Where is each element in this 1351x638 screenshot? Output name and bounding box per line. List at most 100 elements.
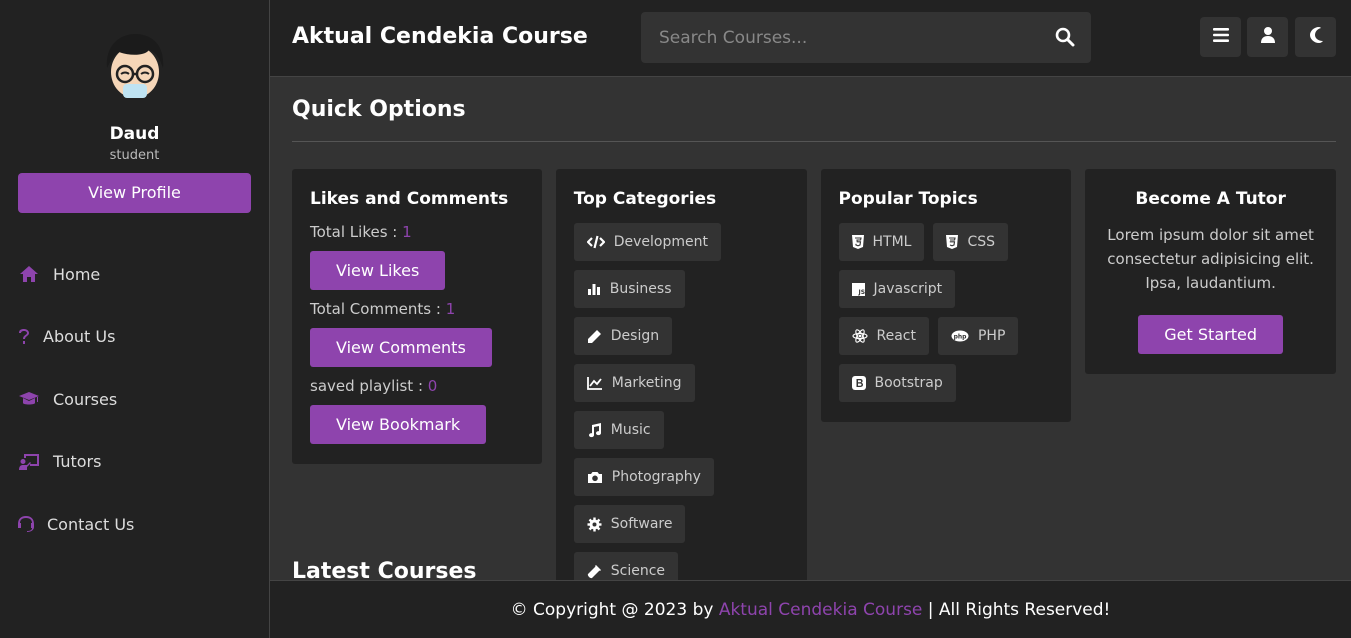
tag-label: Development bbox=[613, 234, 708, 250]
stat-label: saved playlist : bbox=[310, 377, 424, 395]
music-icon bbox=[587, 422, 602, 438]
sidebar-item-about[interactable]: About Us bbox=[0, 306, 269, 369]
stat-value: 1 bbox=[402, 223, 412, 241]
latest-courses-title: Latest Courses bbox=[292, 559, 477, 580]
category-software[interactable]: Software bbox=[573, 505, 686, 543]
user-button[interactable] bbox=[1247, 17, 1288, 57]
copyright-prefix: © Copyright @ 2023 by bbox=[510, 600, 714, 620]
svg-text:php: php bbox=[954, 334, 968, 341]
tag-label: Science bbox=[610, 563, 666, 579]
php-icon: php bbox=[951, 330, 969, 342]
category-tags: Development Business Design Marketing Mu… bbox=[573, 223, 789, 580]
tag-label: Design bbox=[610, 328, 660, 344]
topic-javascript[interactable]: JS Javascript bbox=[838, 270, 956, 308]
topic-html[interactable]: HTML bbox=[838, 223, 925, 261]
tag-label: React bbox=[876, 328, 916, 344]
sidebar-item-label: Courses bbox=[53, 389, 118, 409]
camera-icon bbox=[587, 470, 603, 484]
quick-options-cards: Likes and Comments Total Likes : 1 View … bbox=[292, 169, 1336, 580]
category-development[interactable]: Development bbox=[573, 223, 721, 261]
category-photography[interactable]: Photography bbox=[573, 458, 714, 496]
chart-bar-icon bbox=[587, 282, 601, 296]
headset-icon bbox=[17, 514, 35, 534]
bootstrap-icon bbox=[851, 376, 866, 390]
category-design[interactable]: Design bbox=[573, 317, 673, 355]
quick-options-title: Quick Options bbox=[292, 97, 466, 122]
card-title: Become A Tutor bbox=[1135, 189, 1286, 209]
profile-section: Daud student View Profile bbox=[0, 0, 269, 213]
search-icon[interactable] bbox=[1055, 27, 1075, 51]
section-divider bbox=[292, 141, 1336, 142]
tag-label: PHP bbox=[977, 328, 1006, 344]
menu-button[interactable] bbox=[1200, 17, 1241, 57]
chart-line-icon bbox=[586, 376, 603, 390]
graduation-cap-icon bbox=[17, 389, 41, 409]
tag-label: Marketing bbox=[611, 375, 682, 391]
tag-label: Photography bbox=[611, 469, 701, 485]
view-comments-button[interactable]: View Comments bbox=[310, 328, 492, 367]
card-title: Likes and Comments bbox=[310, 189, 509, 209]
category-marketing[interactable]: Marketing bbox=[573, 364, 695, 402]
stat-label: Total Comments : bbox=[310, 300, 441, 318]
search-input[interactable] bbox=[641, 12, 1021, 63]
html5-icon bbox=[851, 235, 864, 249]
card-title: Top Categories bbox=[573, 189, 717, 209]
tutor-description: Lorem ipsum dolor sit amet consectetur a… bbox=[1107, 226, 1314, 292]
topic-css[interactable]: CSS bbox=[933, 223, 1009, 261]
footer: © Copyright @ 2023 by Aktual Cendekia Co… bbox=[270, 580, 1351, 638]
brand-logo[interactable]: Aktual Cendekia Course bbox=[292, 24, 588, 49]
chalkboard-teacher-icon bbox=[17, 452, 41, 472]
get-started-button[interactable]: Get Started bbox=[1138, 315, 1283, 354]
tag-label: Javascript bbox=[873, 281, 943, 297]
category-business[interactable]: Business bbox=[573, 270, 685, 308]
sidebar-item-label: Contact Us bbox=[47, 514, 135, 534]
popular-topics-card: Popular Topics HTML CSS JS Javascript Re… bbox=[820, 169, 1072, 422]
card-title: Popular Topics bbox=[838, 189, 978, 209]
footer-brand-link[interactable]: Aktual Cendekia Course bbox=[719, 600, 923, 620]
sidebar-item-courses[interactable]: Courses bbox=[0, 368, 269, 431]
vial-icon bbox=[587, 564, 602, 579]
tag-label: HTML bbox=[872, 234, 912, 250]
sidebar-nav: Home About Us Courses Tutors Contact Us bbox=[0, 243, 269, 556]
top-header: Aktual Cendekia Course bbox=[270, 0, 1351, 77]
cog-icon bbox=[587, 517, 602, 532]
sidebar-item-contact[interactable]: Contact Us bbox=[0, 493, 269, 556]
sidebar: Daud student View Profile Home About Us … bbox=[0, 0, 270, 638]
total-likes-stat: Total Likes : 1 bbox=[310, 223, 524, 241]
main-content: Quick Options Likes and Comments Total L… bbox=[292, 77, 1336, 580]
top-categories-card: Top Categories Development Business Desi… bbox=[555, 169, 807, 580]
profile-name: Daud bbox=[109, 124, 160, 144]
topic-react[interactable]: React bbox=[838, 317, 929, 355]
stat-label: Total Likes : bbox=[310, 223, 398, 241]
css3-icon bbox=[946, 235, 959, 249]
view-profile-button[interactable]: View Profile bbox=[18, 173, 251, 213]
topic-php[interactable]: php PHP bbox=[937, 317, 1019, 355]
moon-icon bbox=[1308, 26, 1324, 48]
avatar[interactable] bbox=[99, 30, 171, 102]
user-icon bbox=[1260, 26, 1276, 48]
stat-value: 0 bbox=[427, 377, 438, 395]
svg-text:JS: JS bbox=[857, 289, 865, 296]
topic-tags: HTML CSS JS Javascript React php PHP Boo… bbox=[838, 223, 1054, 402]
react-icon bbox=[851, 329, 868, 343]
category-science[interactable]: Science bbox=[573, 552, 679, 580]
sidebar-item-home[interactable]: Home bbox=[0, 243, 269, 306]
menu-icon bbox=[1212, 27, 1230, 47]
view-likes-button[interactable]: View Likes bbox=[310, 251, 446, 290]
question-icon bbox=[17, 327, 31, 347]
tag-label: Bootstrap bbox=[874, 375, 943, 391]
tag-label: CSS bbox=[967, 234, 996, 250]
stat-value: 1 bbox=[445, 300, 456, 318]
search-bar bbox=[641, 12, 1091, 63]
saved-playlist-stat: saved playlist : 0 bbox=[310, 377, 524, 395]
sidebar-item-label: Home bbox=[53, 264, 101, 284]
js-icon: JS bbox=[851, 282, 865, 296]
theme-toggle-button[interactable] bbox=[1295, 17, 1336, 57]
view-bookmark-button[interactable]: View Bookmark bbox=[310, 405, 487, 444]
category-music[interactable]: Music bbox=[573, 411, 664, 449]
home-icon bbox=[17, 264, 41, 284]
topic-bootstrap[interactable]: Bootstrap bbox=[838, 364, 956, 402]
code-icon bbox=[586, 235, 605, 249]
sidebar-item-tutors[interactable]: Tutors bbox=[0, 431, 269, 494]
copyright-suffix: | All Rights Reserved! bbox=[927, 600, 1111, 620]
